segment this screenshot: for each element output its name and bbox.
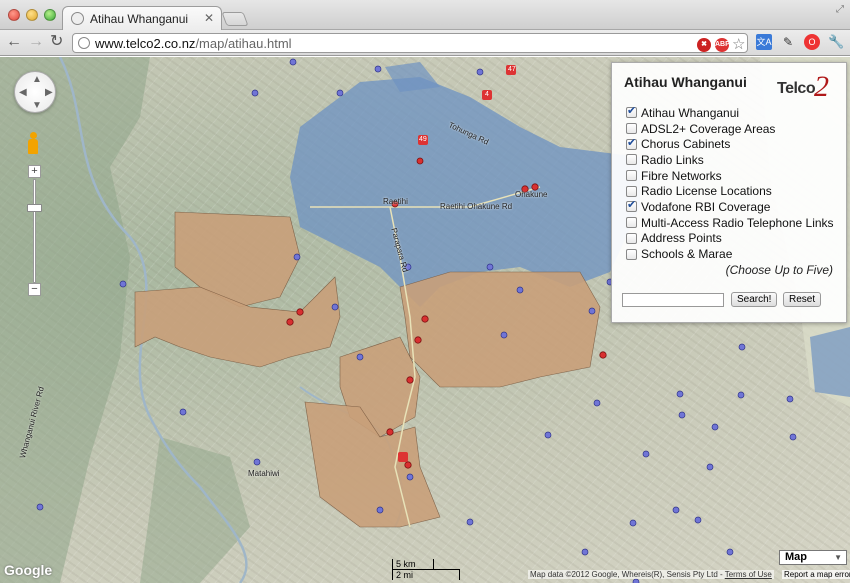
window-minimize-button[interactable] [26, 9, 38, 21]
back-arrow-icon[interactable]: ← [6, 33, 22, 51]
new-tab-button[interactable] [221, 12, 249, 26]
zoom-slider-track[interactable] [33, 179, 36, 283]
vodafone-coverage [810, 327, 850, 397]
layer-panel: Atihau Whanganui Telco 2 Atihau Whanganu… [611, 62, 847, 323]
place-label-raetihi: Raetihi [383, 197, 408, 206]
place-label-matahiwi: Matahiwi [248, 469, 280, 478]
search-input[interactable] [622, 293, 724, 307]
layer-checkbox[interactable] [626, 248, 637, 260]
layer-list: Atihau WhanganuiADSL2+ Coverage AreasCho… [626, 104, 834, 262]
google-logo[interactable]: Google [4, 562, 52, 578]
layer-checkbox[interactable] [626, 154, 637, 166]
url-text: www.telco2.co.nz/map/atihau.html [95, 36, 292, 51]
layer-checkbox[interactable] [626, 123, 637, 135]
telco2-logo: Telco 2 [777, 70, 829, 103]
map-type-dropdown[interactable]: Map ▼ [779, 550, 847, 565]
browser-tab[interactable]: Atihau Whanganui ✕ [62, 6, 222, 31]
globe-icon [71, 12, 84, 25]
address-bar[interactable]: www.telco2.co.nz/map/atihau.html ✖ ABP ☆ [72, 33, 748, 53]
map-canvas[interactable]: Raetihi Ohakune Raetihi Ohakune Rd Parap… [0, 57, 850, 583]
scale-bar: 5 km 2 mi [392, 559, 460, 580]
map-attribution: Map data ©2012 Google, Whereis(R), Sensi… [528, 570, 774, 579]
terms-link[interactable]: Terms of Use [725, 570, 772, 579]
zoom-out-button[interactable]: − [28, 283, 41, 296]
scale-mi-label: 2 mi [396, 570, 414, 580]
fullscreen-icon[interactable]: ⤢ [836, 4, 844, 15]
pan-up-icon[interactable]: ▲ [32, 74, 42, 85]
layer-checkbox[interactable] [626, 232, 637, 244]
layer-item[interactable]: Atihau Whanganui [626, 104, 834, 121]
layer-checkbox[interactable] [626, 198, 637, 213]
layer-item[interactable]: ADSL2+ Coverage Areas [626, 121, 834, 137]
place-label-ohakune: Ohakune [515, 190, 548, 199]
pan-right-icon[interactable]: ▶ [45, 87, 53, 98]
layer-label: Schools & Marae [641, 247, 733, 262]
layer-label: Multi-Access Radio Telephone Links [641, 215, 834, 230]
layer-label: ADSL2+ Coverage Areas [641, 121, 776, 136]
layer-checkbox[interactable] [626, 104, 637, 119]
layer-item[interactable]: Multi-Access Radio Telephone Links [626, 215, 834, 231]
layer-item[interactable]: Radio Links [626, 152, 834, 168]
layer-checkbox[interactable] [626, 170, 637, 182]
window-close-button[interactable] [8, 9, 20, 21]
forest-area [140, 437, 250, 583]
page-icon [78, 37, 90, 49]
browser-toolbar: ← → ↻ www.telco2.co.nz/map/atihau.html ✖… [0, 30, 850, 56]
zoom-in-button[interactable]: + [28, 165, 41, 178]
chevron-down-icon: ▼ [834, 553, 842, 562]
layer-label: Radio Links [641, 152, 704, 167]
layer-item[interactable]: Chorus Cabinets [626, 136, 834, 152]
atihau-block [399, 271, 601, 388]
blocker-extension-icon[interactable]: ✖ [697, 38, 711, 52]
report-map-error-link[interactable]: Report a map error [782, 570, 850, 579]
browser-tab-bar: Atihau Whanganui ✕ ⤢ [0, 0, 850, 31]
layer-item[interactable]: Schools & Marae [626, 246, 834, 262]
layer-item[interactable]: Vodafone RBI Coverage [626, 198, 834, 215]
reset-button[interactable]: Reset [783, 292, 822, 307]
layer-label: Chorus Cabinets [641, 137, 731, 152]
highway-4-label: 4 [485, 91, 489, 98]
window-maximize-button[interactable] [44, 9, 56, 21]
pan-left-icon[interactable]: ◀ [19, 87, 27, 98]
search-button[interactable]: Search! [731, 292, 778, 307]
forest-area [0, 57, 150, 583]
highway-47-label: 47 [508, 66, 516, 73]
tab-title: Atihau Whanganui [90, 12, 189, 26]
layer-item[interactable]: Radio License Locations [626, 183, 834, 199]
layer-label: Radio License Locations [641, 184, 772, 199]
zoom-slider-handle[interactable] [27, 204, 42, 212]
scale-km-label: 5 km [396, 559, 416, 569]
pan-down-icon[interactable]: ▼ [32, 100, 42, 111]
layer-item[interactable]: Address Points [626, 231, 834, 247]
layer-item[interactable]: Fibre Networks [626, 168, 834, 184]
layer-checkbox[interactable] [626, 217, 637, 229]
bookmark-star-icon[interactable]: ☆ [732, 35, 745, 53]
tools-icon[interactable]: ✎ [780, 34, 796, 50]
forward-arrow-icon[interactable]: → [28, 33, 44, 51]
road-label-raetihi-ohakune: Raetihi Ohakune Rd [440, 202, 513, 211]
translate-icon[interactable]: 文A [756, 34, 772, 50]
reload-icon[interactable]: ↻ [50, 33, 63, 51]
tab-close-icon[interactable]: ✕ [204, 11, 214, 25]
adblock-extension-icon[interactable]: ABP [715, 38, 730, 52]
layer-checkbox[interactable] [626, 185, 637, 197]
layer-checkbox[interactable] [626, 136, 637, 150]
layer-label: Fibre Networks [641, 168, 722, 183]
choose-note: (Choose Up to Five) [725, 263, 833, 277]
layer-label: Address Points [641, 231, 722, 246]
opera-extension-icon[interactable]: O [804, 34, 820, 50]
pan-control[interactable]: ▲ ▼ ◀ ▶ [14, 71, 56, 113]
layer-label: Vodafone RBI Coverage [641, 199, 771, 214]
layer-label: Atihau Whanganui [641, 105, 740, 120]
street-view-pegman-icon[interactable] [27, 132, 39, 154]
wrench-menu-icon[interactable]: 🔧 [828, 34, 844, 50]
panel-title: Atihau Whanganui [624, 74, 747, 90]
highway-49-label: 49 [419, 136, 427, 143]
